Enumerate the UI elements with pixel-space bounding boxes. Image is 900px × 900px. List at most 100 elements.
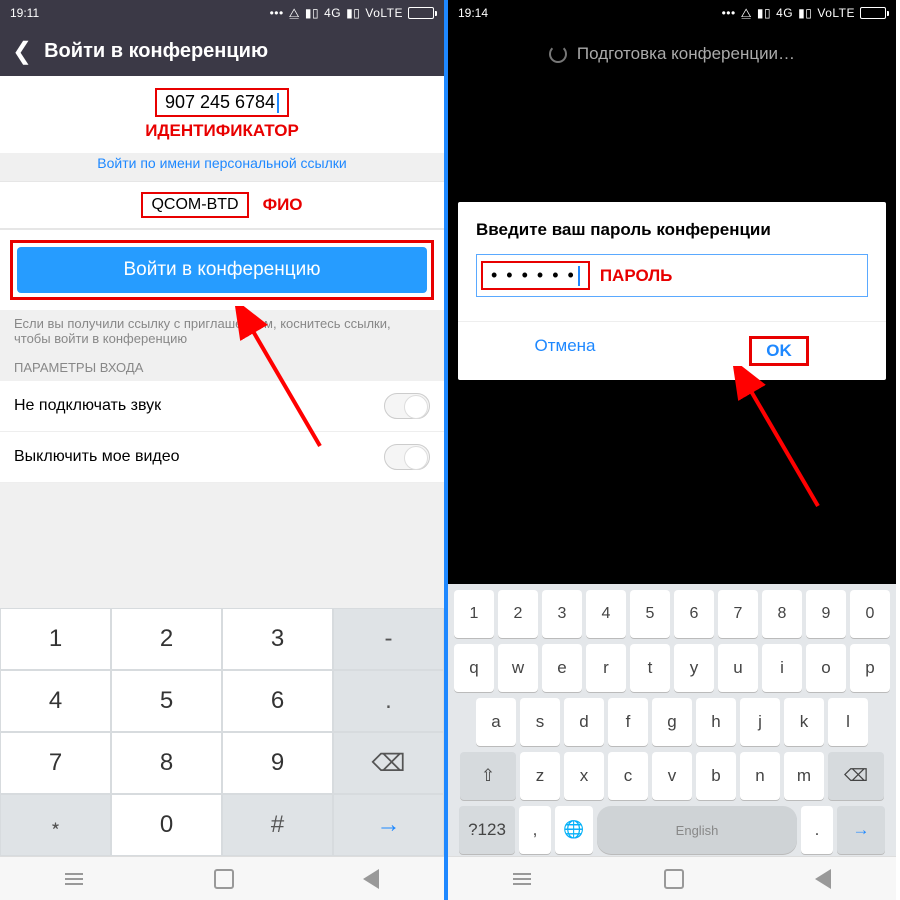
status-bar: 19:11 ••• ⧋ ▮▯ 4G ▮▯ VoLTE: [0, 0, 444, 26]
key-dot[interactable]: .: [333, 670, 444, 732]
key-0[interactable]: 0: [111, 794, 222, 856]
key-v[interactable]: v: [652, 752, 692, 800]
signal-icon-2: ▮▯: [346, 6, 360, 20]
status-time-r: 19:14: [458, 6, 488, 20]
phone-screen-join: 19:11 ••• ⧋ ▮▯ 4G ▮▯ VoLTE ❮ Войти в кон…: [0, 0, 448, 900]
key-p[interactable]: p: [850, 644, 890, 692]
nav-back-icon-r[interactable]: [815, 869, 831, 889]
key-0[interactable]: 0: [850, 590, 890, 638]
key-h[interactable]: h: [696, 698, 736, 746]
key-9[interactable]: 9: [222, 732, 333, 794]
page-title: Войти в конференцию: [44, 40, 268, 63]
key-backspace[interactable]: ⌫: [333, 732, 444, 794]
nav-home-icon[interactable]: [214, 869, 234, 889]
password-mask: • • • • • •: [491, 265, 576, 285]
battery-icon-r: [860, 7, 886, 19]
key-⇧[interactable]: ⇧: [460, 752, 516, 800]
key-hash[interactable]: #: [222, 794, 333, 856]
key-comma[interactable]: ,: [519, 806, 551, 854]
key-i[interactable]: i: [762, 644, 802, 692]
key-period[interactable]: .: [801, 806, 833, 854]
key-g[interactable]: g: [652, 698, 692, 746]
key-symbols[interactable]: ?123: [459, 806, 515, 854]
key-r[interactable]: r: [586, 644, 626, 692]
personal-link[interactable]: Войти по имени персональной ссылки: [0, 153, 444, 181]
key-e[interactable]: e: [542, 644, 582, 692]
android-navbar: [0, 856, 444, 900]
key-6[interactable]: 6: [222, 670, 333, 732]
wifi-icon: ⧋: [289, 6, 300, 21]
display-name-input[interactable]: QCOM-BTD: [141, 192, 248, 218]
key-2[interactable]: 2: [498, 590, 538, 638]
key-j[interactable]: j: [740, 698, 780, 746]
key-star[interactable]: ﹡: [0, 794, 111, 856]
key-8[interactable]: 8: [111, 732, 222, 794]
key-7[interactable]: 7: [0, 732, 111, 794]
key-l[interactable]: l: [828, 698, 868, 746]
join-button[interactable]: Войти в конференцию: [17, 247, 427, 293]
key-8[interactable]: 8: [762, 590, 802, 638]
key-7[interactable]: 7: [718, 590, 758, 638]
signal-icon-r: ▮▯: [757, 6, 771, 20]
audio-toggle[interactable]: [384, 393, 430, 419]
nav-recent-icon-r[interactable]: [513, 869, 533, 889]
key-z[interactable]: z: [520, 752, 560, 800]
text-cursor-r: [578, 266, 580, 286]
key-k[interactable]: k: [784, 698, 824, 746]
network-label-r: 4G: [776, 6, 793, 20]
key-4[interactable]: 4: [586, 590, 626, 638]
key-f[interactable]: f: [608, 698, 648, 746]
hint-text: Если вы получили ссылку с приглашением, …: [0, 310, 444, 346]
key-⌫[interactable]: ⌫: [828, 752, 884, 800]
android-navbar-r: [448, 856, 896, 900]
key-q[interactable]: q: [454, 644, 494, 692]
annotation-name-label: ФИО: [263, 195, 303, 215]
key-space[interactable]: English: [597, 806, 797, 854]
key-9[interactable]: 9: [806, 590, 846, 638]
status-time: 19:11: [10, 6, 39, 20]
key-4[interactable]: 4: [0, 670, 111, 732]
key-2[interactable]: 2: [111, 608, 222, 670]
key-6[interactable]: 6: [674, 590, 714, 638]
key-5[interactable]: 5: [111, 670, 222, 732]
annotation-password-label: ПАРОЛЬ: [600, 266, 673, 286]
display-name-block: QCOM-BTD ФИО: [0, 181, 444, 229]
key-1[interactable]: 1: [454, 590, 494, 638]
content-area: 907 245 6784 ИДЕНТИФИКАТОР Войти по имен…: [0, 76, 444, 608]
annotation-ok-box: OK: [749, 336, 809, 366]
key-dash[interactable]: -: [333, 608, 444, 670]
key-t[interactable]: t: [630, 644, 670, 692]
back-icon[interactable]: ❮: [12, 37, 32, 66]
cancel-button[interactable]: Отмена: [458, 322, 672, 380]
option-video-row: Выключить мое видео: [0, 432, 444, 483]
key-globe[interactable]: 🌐: [555, 806, 593, 854]
key-3[interactable]: 3: [222, 608, 333, 670]
nav-home-icon-r[interactable]: [664, 869, 684, 889]
key-m[interactable]: m: [784, 752, 824, 800]
key-b[interactable]: b: [696, 752, 736, 800]
key-1[interactable]: 1: [0, 608, 111, 670]
nav-back-icon[interactable]: [363, 869, 379, 889]
key-enter[interactable]: →: [333, 794, 444, 856]
key-y[interactable]: y: [674, 644, 714, 692]
key-u[interactable]: u: [718, 644, 758, 692]
join-wrapper: Войти в конференцию: [0, 229, 444, 310]
key-3[interactable]: 3: [542, 590, 582, 638]
meeting-id-input[interactable]: 907 245 6784: [155, 88, 289, 117]
key-5[interactable]: 5: [630, 590, 670, 638]
key-w[interactable]: w: [498, 644, 538, 692]
video-toggle[interactable]: [384, 444, 430, 470]
key-a[interactable]: a: [476, 698, 516, 746]
nav-recent-icon[interactable]: [65, 869, 85, 889]
key-d[interactable]: d: [564, 698, 604, 746]
key-n[interactable]: n: [740, 752, 780, 800]
key-c[interactable]: c: [608, 752, 648, 800]
key-x[interactable]: x: [564, 752, 604, 800]
qrow-num: 1234567890: [452, 590, 892, 638]
key-o[interactable]: o: [806, 644, 846, 692]
password-field-wrapper[interactable]: • • • • • • ПАРОЛЬ: [476, 254, 868, 297]
key-s[interactable]: s: [520, 698, 560, 746]
key-enter-q[interactable]: →: [837, 806, 885, 854]
ok-button[interactable]: OK: [672, 322, 886, 380]
password-input[interactable]: • • • • • •: [481, 261, 590, 290]
